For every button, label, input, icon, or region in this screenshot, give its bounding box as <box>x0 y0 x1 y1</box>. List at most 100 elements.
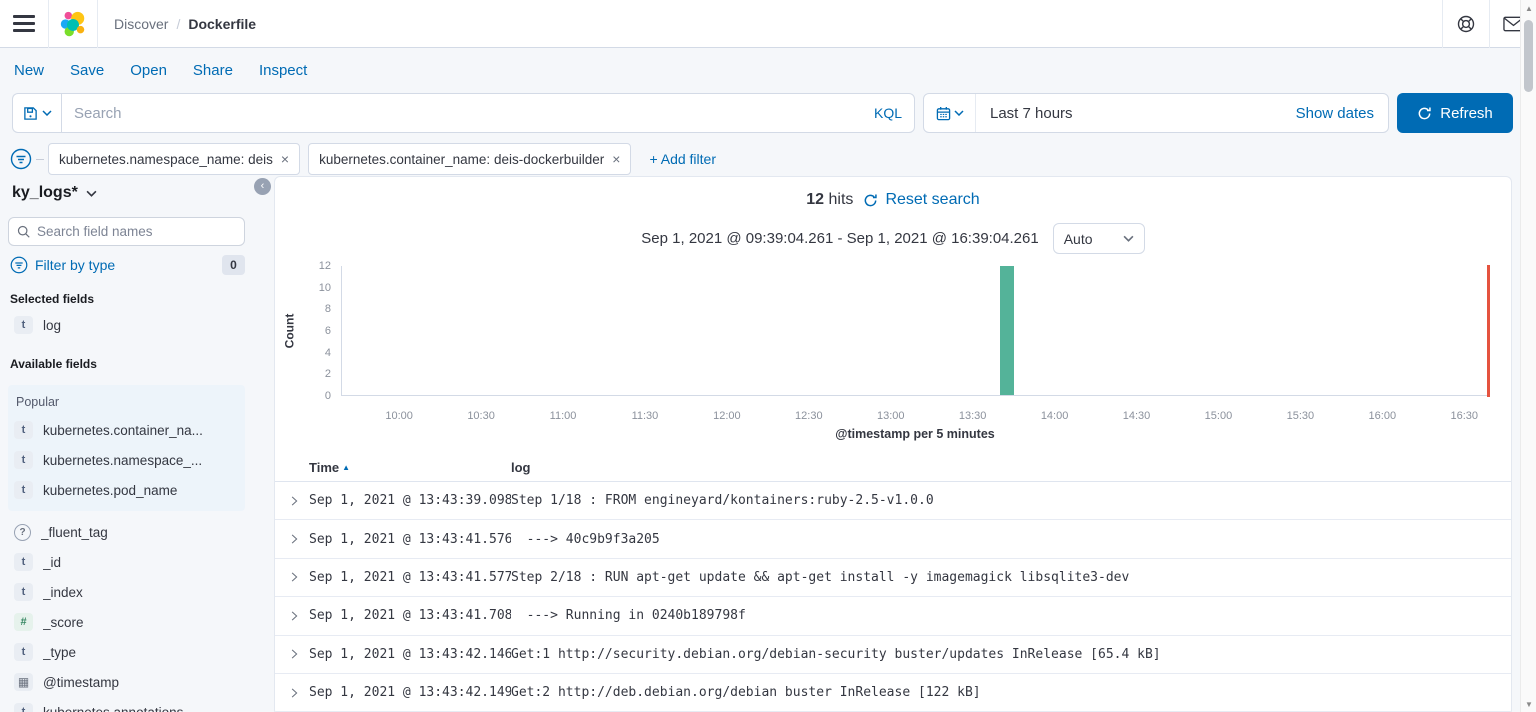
x-axis-tick: 13:30 <box>959 410 987 422</box>
scrollbar-thumb[interactable] <box>1524 20 1533 92</box>
scroll-up-arrow[interactable]: ▲ <box>1521 0 1536 16</box>
available-fields-heading: Available fields <box>8 357 274 371</box>
x-axis-tick: 14:00 <box>1041 410 1069 422</box>
expand-row-icon[interactable] <box>275 571 309 583</box>
elastic-logo-icon[interactable] <box>49 0 97 48</box>
field-item-_id[interactable]: t_id <box>8 547 274 577</box>
search-input[interactable] <box>74 105 866 122</box>
row-timestamp: Sep 1, 2021 @ 13:43:41.708 <box>309 608 511 623</box>
field-item-kubernetes.annotations....[interactable]: t kubernetes.annotations.... <box>8 697 274 712</box>
field-item-_index[interactable]: t_index <box>8 577 274 607</box>
breadcrumb-discover[interactable]: Discover <box>114 16 168 32</box>
add-filter-button[interactable]: + Add filter <box>649 151 716 167</box>
table-row: Sep 1, 2021 @ 13:43:41.708 ---> Running … <box>275 597 1511 635</box>
expand-row-icon[interactable] <box>275 648 309 660</box>
chevron-down-icon <box>1123 235 1134 242</box>
search-box: KQL <box>61 93 915 133</box>
field-item-@timestamp[interactable]: ▦@timestamp <box>8 667 274 697</box>
help-button[interactable] <box>1443 0 1489 48</box>
remove-filter-icon[interactable]: × <box>281 151 289 167</box>
search-icon <box>17 225 31 239</box>
field-item-_score[interactable]: #_score <box>8 607 274 637</box>
row-log-message: Get:2 http://deb.debian.org/debian buste… <box>511 685 1511 700</box>
expand-row-icon[interactable] <box>275 610 309 622</box>
field-item-kubernetes.pod_name[interactable]: tkubernetes.pod_name <box>8 475 245 505</box>
text-field-icon: t <box>14 583 33 601</box>
x-axis-tick: 16:30 <box>1450 410 1478 422</box>
field-name: kubernetes.container_na... <box>43 423 203 438</box>
x-axis-tick: 11:30 <box>632 410 659 422</box>
field-item-_type[interactable]: t_type <box>8 637 274 667</box>
x-axis-tick: 15:30 <box>1287 410 1315 422</box>
histogram-chart: Count 10:0010:3011:0011:3012:0012:3013:0… <box>275 259 1511 449</box>
remove-filter-icon[interactable]: × <box>612 151 620 167</box>
scroll-down-arrow[interactable]: ▼ <box>1521 696 1536 712</box>
time-range-value[interactable]: Last 7 hours <box>976 105 1296 122</box>
row-log-message: ---> 40c9b9f3a205 <box>511 532 1511 547</box>
text-field-icon: t <box>14 703 33 712</box>
table-row: Sep 1, 2021 @ 13:43:42.149Get:2 http://d… <box>275 674 1511 712</box>
breadcrumb-page-title: Dockerfile <box>188 16 256 32</box>
breadcrumb: Discover / Dockerfile <box>114 16 256 32</box>
y-axis-tick: 8 <box>275 302 331 316</box>
field-search-input[interactable] <box>37 224 236 239</box>
filter-type-count-badge: 0 <box>222 255 245 275</box>
filter-by-type-row: Filter by type 0 <box>8 255 245 275</box>
chevron-down-icon <box>42 110 52 116</box>
expand-row-icon[interactable] <box>275 687 309 699</box>
interval-select[interactable]: Auto <box>1053 223 1145 254</box>
table-header: Time▲ log <box>275 453 1511 482</box>
date-quick-menu-button[interactable] <box>924 94 976 132</box>
field-item-log[interactable]: tlog <box>8 310 274 340</box>
field-name: _type <box>43 645 76 660</box>
open-button[interactable]: Open <box>130 62 167 79</box>
documents-table: Time▲ log Sep 1, 2021 @ 13:43:39.098Step… <box>275 453 1511 712</box>
field-item-_fluent_tag[interactable]: ?_fluent_tag <box>8 517 274 547</box>
popular-fields-block: Popular tkubernetes.container_na...tkube… <box>8 385 245 511</box>
kql-syntax-button[interactable]: KQL <box>874 105 902 121</box>
elastic-logo-icon <box>58 9 88 39</box>
collapse-sidebar-button[interactable]: ‹ <box>254 178 271 195</box>
saved-query-menu-button[interactable] <box>12 93 61 133</box>
breadcrumb-separator: / <box>176 16 180 32</box>
filter-by-type-button[interactable]: Filter by type <box>35 257 115 273</box>
index-pattern-selector[interactable]: ky_logs* <box>8 184 274 202</box>
field-search-box <box>8 217 245 246</box>
show-dates-button[interactable]: Show dates <box>1296 105 1388 122</box>
x-axis-tick: 12:00 <box>713 410 741 422</box>
reset-search-button[interactable]: Reset search <box>863 191 979 209</box>
table-row: Sep 1, 2021 @ 13:43:39.098Step 1/18 : FR… <box>275 482 1511 520</box>
new-button[interactable]: New <box>14 62 44 79</box>
field-item-kubernetes.namespace_...[interactable]: tkubernetes.namespace_... <box>8 445 245 475</box>
fields-sidebar: ky_logs* Filter by type 0 Selected field… <box>0 170 274 712</box>
x-axis-tick: 13:00 <box>877 410 905 422</box>
table-row: Sep 1, 2021 @ 13:43:42.146Get:1 http://s… <box>275 636 1511 674</box>
refresh-icon <box>863 193 878 208</box>
page-scrollbar: ▲ ▼ <box>1520 0 1536 712</box>
column-header-log[interactable]: log <box>511 460 1511 475</box>
field-name: kubernetes.annotations.... <box>43 705 198 712</box>
number-field-icon: # <box>14 613 33 631</box>
row-log-message: ---> Running in 0240b189798f <box>511 608 1511 623</box>
chart-plot-area: 10:0010:3011:0011:3012:0012:3013:0013:30… <box>341 266 1489 396</box>
histogram-bar[interactable] <box>1000 266 1014 395</box>
field-name: log <box>43 318 61 333</box>
y-axis-tick: 2 <box>275 367 331 381</box>
expand-row-icon[interactable] <box>275 533 309 545</box>
refresh-button[interactable]: Refresh <box>1397 93 1513 133</box>
y-axis-tick: 12 <box>275 259 331 273</box>
expand-row-icon[interactable] <box>275 495 309 507</box>
menu-icon[interactable] <box>0 0 48 48</box>
column-header-time[interactable]: Time▲ <box>309 460 511 475</box>
save-button[interactable]: Save <box>70 62 104 79</box>
inspect-button[interactable]: Inspect <box>259 62 307 79</box>
hits-label: hits <box>829 191 854 208</box>
results-panel: 12 hits Reset search Sep 1, 2021 @ 09:39… <box>274 176 1512 712</box>
hits-row: 12 hits Reset search <box>275 191 1511 209</box>
share-button[interactable]: Share <box>193 62 233 79</box>
divider <box>36 159 44 160</box>
field-item-kubernetes.container_na...[interactable]: tkubernetes.container_na... <box>8 415 245 445</box>
time-range-row: Sep 1, 2021 @ 09:39:04.261 - Sep 1, 2021… <box>275 223 1511 254</box>
filter-options-icon[interactable] <box>10 148 32 170</box>
unknown-field-icon: ? <box>14 524 31 541</box>
